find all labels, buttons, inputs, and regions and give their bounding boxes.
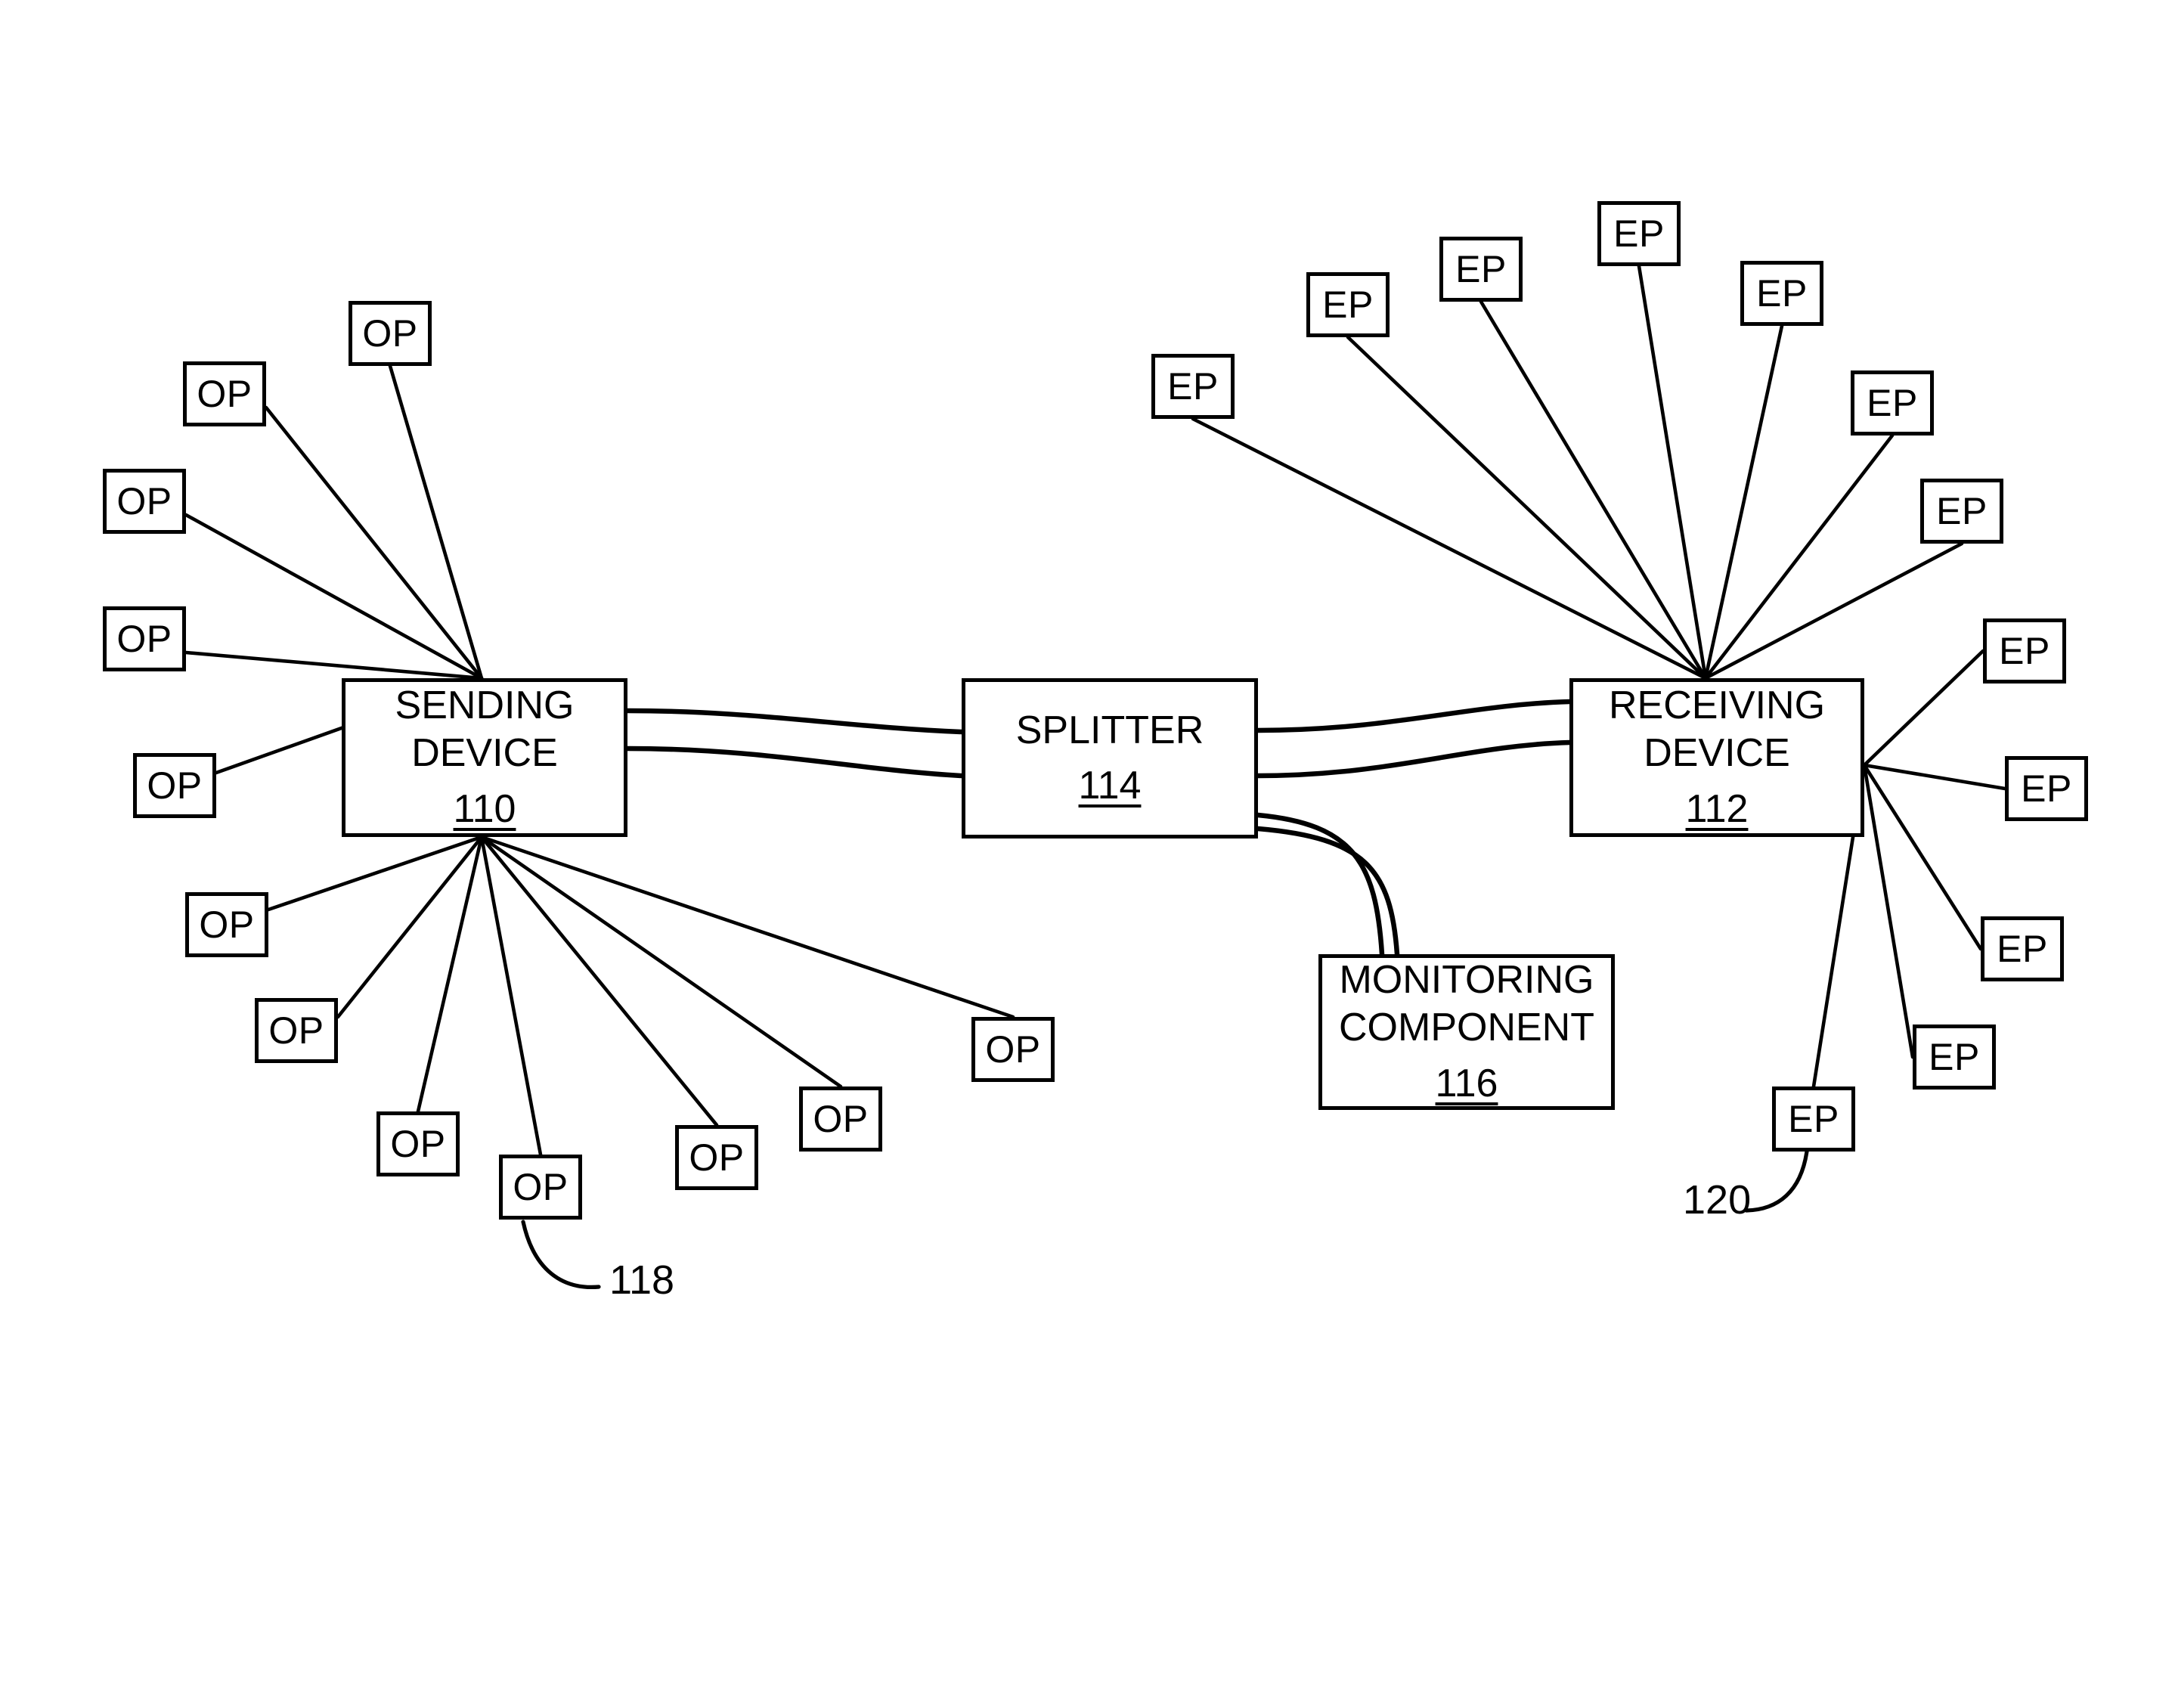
optical-port-label: OP	[513, 1166, 569, 1208]
optical-port-label: OP	[197, 373, 253, 415]
sending-device-title: SENDING DEVICE	[395, 683, 575, 776]
optical-port-label: OP	[116, 618, 172, 660]
monitoring-component-reference-number: 116	[1435, 1061, 1498, 1105]
callout-118-curve	[521, 1220, 601, 1289]
optical-port-lead-line	[479, 835, 719, 1127]
splitter-title: SPLITTER	[1015, 708, 1204, 752]
optical-port-label: OP	[390, 1123, 446, 1165]
endpoint-label: EP	[2021, 767, 2072, 810]
optical-port-lead-line	[479, 835, 843, 1089]
endpoint-lead-line	[1346, 335, 1708, 680]
optical-port-lead-line	[388, 364, 484, 680]
optical-port-box: OP	[675, 1125, 758, 1190]
endpoint-label: EP	[1613, 212, 1665, 255]
endpoint-lead-line	[1862, 649, 1985, 767]
splitter-to-monitoring-line	[1255, 826, 1400, 957]
optical-port-box: OP	[799, 1086, 882, 1152]
callout-120-number: 120	[1683, 1177, 1752, 1223]
endpoint-label: EP	[1788, 1098, 1839, 1140]
endpoint-label: EP	[1756, 272, 1808, 315]
endpoint-lead-line	[1637, 264, 1708, 680]
endpoint-label: EP	[1322, 284, 1374, 326]
optical-port-label: OP	[199, 904, 255, 946]
callout-118-number: 118	[609, 1257, 675, 1303]
splitter-box: SPLITTER 114	[962, 678, 1258, 839]
endpoint-lead-line	[1862, 763, 1915, 1059]
splitter-to-receiving-line	[1255, 699, 1572, 733]
callout-120-curve	[1744, 1149, 1809, 1213]
optical-port-box: OP	[499, 1155, 582, 1220]
endpoint-box: EP	[2005, 756, 2088, 821]
optical-port-label: OP	[116, 480, 172, 522]
optical-port-box: OP	[133, 753, 216, 818]
endpoint-label: EP	[1929, 1036, 1980, 1078]
endpoint-box: EP	[1851, 370, 1934, 436]
optical-port-lead-line	[184, 513, 484, 680]
optical-port-box: OP	[971, 1017, 1055, 1082]
optical-port-box: OP	[103, 606, 186, 671]
splitter-to-receiving-line	[1255, 739, 1572, 779]
endpoint-label: EP	[1167, 365, 1219, 408]
sending-to-splitter-line	[624, 708, 965, 735]
endpoint-box: EP	[1983, 618, 2066, 684]
optical-port-label: OP	[268, 1009, 324, 1052]
figure-line-layer	[184, 264, 2007, 1289]
endpoint-box: EP	[1920, 479, 2003, 544]
receiving-device-box: RECEIVING DEVICE 112	[1569, 678, 1864, 837]
endpoint-label: EP	[1936, 490, 1988, 532]
endpoint-box: EP	[1981, 916, 2064, 981]
optical-port-lead-line	[479, 835, 543, 1157]
endpoint-box: EP	[1151, 354, 1235, 419]
splitter-reference-number: 114	[1078, 764, 1142, 808]
optical-port-box: OP	[349, 301, 432, 366]
endpoint-box: EP	[1740, 261, 1823, 326]
endpoint-box: EP	[1913, 1024, 1996, 1090]
sending-device-box: SENDING DEVICE 110	[342, 678, 627, 837]
endpoint-box: EP	[1597, 201, 1681, 266]
optical-port-label: OP	[813, 1098, 869, 1140]
endpoint-box: EP	[1439, 237, 1523, 302]
splitter-to-monitoring-line	[1255, 812, 1385, 957]
optical-port-lead-line	[264, 405, 484, 680]
endpoint-label: EP	[1867, 382, 1918, 424]
sending-device-reference-number: 110	[453, 786, 516, 831]
optical-port-label: OP	[362, 312, 418, 355]
optical-port-box: OP	[103, 469, 186, 534]
monitoring-component-title: MONITORING COMPONENT	[1339, 957, 1594, 1050]
endpoint-lead-line	[1862, 763, 1983, 951]
optical-port-label: OP	[147, 764, 203, 807]
endpoint-label: EP	[1455, 248, 1507, 290]
receiving-device-reference-number: 112	[1685, 786, 1749, 831]
patent-figure: SENDING DEVICE 110 SPLITTER 114 RECEIVING DE…	[0, 0, 2175, 1708]
endpoint-lead-line	[1862, 763, 2007, 791]
endpoint-lead-line	[1703, 324, 1784, 680]
optical-port-lead-line	[184, 650, 484, 680]
optical-port-label: OP	[689, 1136, 745, 1179]
sending-to-splitter-line	[624, 746, 965, 779]
optical-port-label: OP	[985, 1028, 1041, 1071]
endpoint-box: EP	[1306, 272, 1390, 337]
monitoring-component-box: MONITORING COMPONENT 116	[1318, 954, 1615, 1110]
optical-port-box: OP	[376, 1111, 460, 1176]
endpoint-label: EP	[1997, 928, 2048, 970]
optical-port-lead-line	[479, 835, 1015, 1019]
optical-port-lead-line	[266, 835, 484, 912]
endpoint-label: EP	[1999, 630, 2050, 672]
endpoint-box: EP	[1772, 1086, 1855, 1152]
endpoint-lead-line	[1703, 541, 1964, 680]
optical-port-box: OP	[183, 361, 266, 426]
optical-port-box: OP	[255, 998, 338, 1063]
optical-port-box: OP	[185, 892, 268, 957]
receiving-device-title: RECEIVING DEVICE	[1608, 683, 1826, 776]
